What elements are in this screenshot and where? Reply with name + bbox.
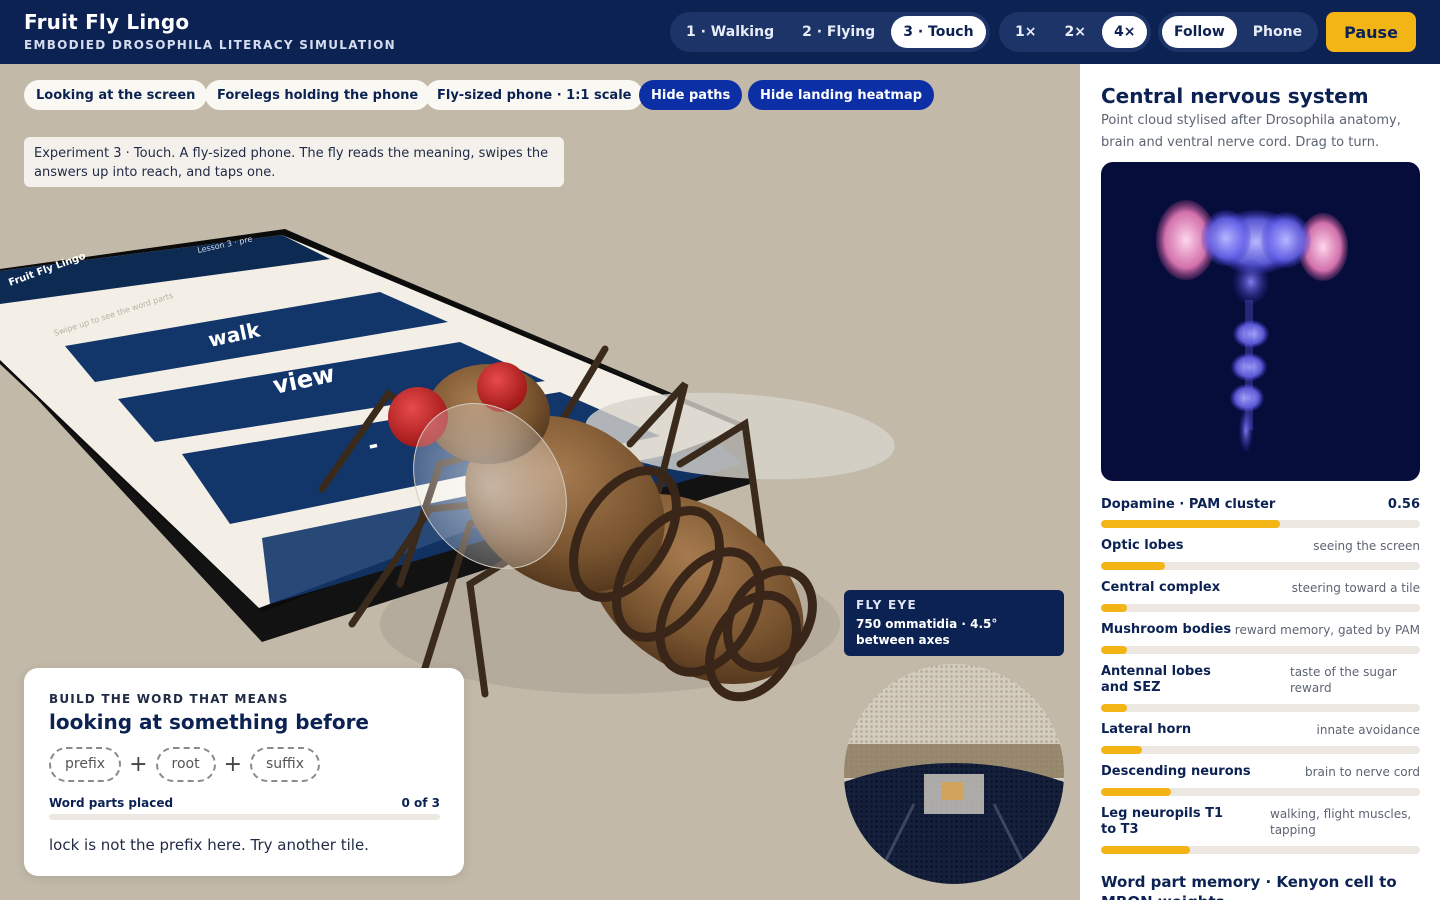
region-name: Leg neuropils T1 to T3 xyxy=(1101,806,1223,837)
top-bar: Fruit Fly Lingo EMBODIED DROSOPHILA LITE… xyxy=(0,0,1440,64)
slot-suffix[interactable]: suffix xyxy=(250,746,321,782)
fly-eye-detail: 750 ommatidia · 4.5° between axes xyxy=(856,617,998,647)
brain-point-cloud[interactable] xyxy=(1101,162,1420,481)
speed-2x-button[interactable]: 2× xyxy=(1052,16,1097,48)
dopamine-bar xyxy=(1101,520,1420,528)
experiment-caption: Experiment 3 · Touch. A fly-sized phone.… xyxy=(24,137,564,187)
pause-button[interactable]: Pause xyxy=(1326,12,1416,52)
region-name: Optic lobes xyxy=(1101,538,1184,553)
fly-eye-title: FLY EYE xyxy=(856,598,918,612)
dopamine-row: Dopamine · PAM cluster 0.56 xyxy=(1101,497,1420,512)
speed-1x-button[interactable]: 1× xyxy=(1003,16,1048,48)
slot-root[interactable]: root xyxy=(155,746,216,782)
nervous-system-panel: Central nervous system Point cloud styli… xyxy=(1080,64,1440,900)
region-activity-fill xyxy=(1101,604,1127,612)
brain-canvas xyxy=(1156,200,1348,452)
region-activity-fill xyxy=(1101,788,1172,796)
region-desc: reward memory, gated by PAM xyxy=(1234,623,1420,637)
dopamine-label: Dopamine · PAM cluster xyxy=(1101,497,1276,512)
hide-heatmap-toggle[interactable]: Hide landing heatmap xyxy=(748,80,934,110)
app: Fruit Fly Lingo EMBODIED DROSOPHILA LITE… xyxy=(0,0,1440,900)
panel-title: Central nervous system xyxy=(1101,84,1369,108)
region-activity-fill xyxy=(1101,562,1165,570)
fly-eye-panel: FLY EYE 750 ommatidia · 4.5° between axe… xyxy=(844,590,1064,656)
speed-4x-button[interactable]: 4× xyxy=(1101,16,1148,48)
region-optic-lobes: Optic lobes seeing the screen xyxy=(1101,538,1420,570)
feedback-message: lock is not the prefix here. Try another… xyxy=(49,836,369,854)
view-chip-screen[interactable]: Looking at the screen xyxy=(24,80,208,110)
region-name: Mushroom bodies xyxy=(1101,622,1232,637)
region-activity-fill xyxy=(1101,746,1143,754)
camera-selector: Follow Phone xyxy=(1158,12,1319,52)
region-descending-neurons: Descending neurons brain to nerve cord xyxy=(1101,764,1420,796)
region-lateral-horn: Lateral horn innate avoidance xyxy=(1101,722,1420,754)
plus-sign: + xyxy=(223,751,243,777)
camera-phone-button[interactable]: Phone xyxy=(1241,16,1314,48)
region-desc: brain to nerve cord xyxy=(1304,765,1420,779)
region-name: Lateral horn xyxy=(1101,722,1192,737)
app-subtitle: EMBODIED DROSOPHILA LITERACY SIMULATION xyxy=(24,38,396,52)
region-activity-fill xyxy=(1101,646,1127,654)
progress-label: Word parts placed xyxy=(49,796,174,810)
dopamine-value: 0.56 xyxy=(1387,497,1420,512)
hide-paths-toggle[interactable]: Hide paths xyxy=(639,80,743,110)
region-desc: innate avoidance xyxy=(1316,723,1421,737)
region-name: Antennal lobes and SEZ xyxy=(1101,664,1211,695)
region-name: Descending neurons xyxy=(1101,764,1251,779)
progress-value: 0 of 3 xyxy=(401,796,440,810)
fly-eye-view xyxy=(844,664,1064,884)
region-mushroom-bodies: Mushroom bodies reward memory, gated by … xyxy=(1101,622,1420,654)
progress-header: Word parts placed 0 of 3 xyxy=(49,796,440,810)
app-title: Fruit Fly Lingo xyxy=(24,10,190,34)
region-desc: seeing the screen xyxy=(1313,539,1420,553)
region-activity-fill xyxy=(1101,704,1127,712)
speed-selector: 1× 2× 4× xyxy=(999,12,1152,52)
word-slots: prefix + root + suffix xyxy=(49,746,440,782)
region-desc: steering toward a tile xyxy=(1291,581,1420,595)
view-chip-phone-scale[interactable]: Fly-sized phone · 1:1 scale xyxy=(425,80,644,110)
view-chip-forelegs[interactable]: Forelegs holding the phone xyxy=(205,80,431,110)
slot-prefix[interactable]: prefix xyxy=(49,746,122,782)
memory-section-title: Word part memory · Kenyon cell to MBON w… xyxy=(1101,873,1397,900)
task-label: BUILD THE WORD THAT MEANS xyxy=(49,692,289,706)
region-central-complex: Central complex steering toward a tile xyxy=(1101,580,1420,612)
plus-sign: + xyxy=(129,751,148,777)
brand: Fruit Fly Lingo EMBODIED DROSOPHILA LITE… xyxy=(24,10,396,52)
region-desc: walking, flight muscles, tapping xyxy=(1270,807,1412,837)
region-activity-fill xyxy=(1101,846,1191,854)
camera-follow-button[interactable]: Follow xyxy=(1162,16,1237,48)
task-title: looking at something before xyxy=(49,710,369,734)
experiment-flying-button[interactable]: 2 · Flying xyxy=(790,16,887,48)
region-name: Central complex xyxy=(1101,580,1221,595)
dopamine-fill xyxy=(1101,520,1280,528)
region-desc: taste of the sugar reward xyxy=(1290,665,1397,695)
simulation-viewport[interactable]: Fruit Fly Lingo Lesson 3 · pre Swipe up … xyxy=(0,64,1080,900)
region-antennal-lobes: Antennal lobes and SEZ taste of the suga… xyxy=(1101,664,1420,712)
experiment-walking-button[interactable]: 1 · Walking xyxy=(674,16,786,48)
task-card: BUILD THE WORD THAT MEANS looking at som… xyxy=(24,668,464,876)
region-leg-neuropils: Leg neuropils T1 to T3 walking, flight m… xyxy=(1101,806,1420,854)
experiment-selector: 1 · Walking 2 · Flying 3 · Touch xyxy=(670,12,990,52)
panel-subtitle: Point cloud stylised after Drosophila an… xyxy=(1101,113,1401,150)
progress-bar xyxy=(49,814,440,820)
experiment-touch-button[interactable]: 3 · Touch xyxy=(891,16,986,48)
